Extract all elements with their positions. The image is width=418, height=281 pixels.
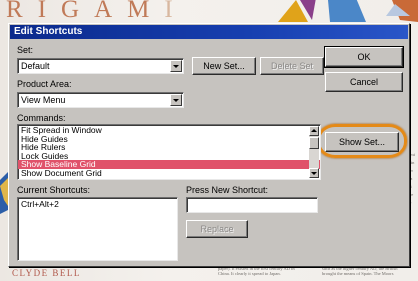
list-item[interactable]: Ctrl+Alt+2	[18, 200, 177, 209]
chevron-down-icon[interactable]	[170, 60, 182, 72]
product-area-dropdown[interactable]: View Menu	[17, 92, 184, 108]
scroll-up-icon[interactable]	[309, 126, 319, 136]
scroll-down-icon[interactable]	[309, 168, 319, 178]
bg-letter-m: M	[127, 0, 165, 23]
edit-shortcuts-dialog: Edit Shortcuts Set: Default New Set... D…	[8, 23, 410, 267]
bg-letter-i: I	[37, 0, 62, 23]
set-dropdown[interactable]: Default	[17, 58, 184, 74]
art-blue-shape	[328, 0, 366, 22]
delete-set-button[interactable]: Delete Set	[260, 57, 324, 75]
current-shortcuts-label: Current Shortcuts:	[17, 185, 91, 195]
bg-letter-r: R	[6, 0, 38, 23]
dialog-title[interactable]: Edit Shortcuts	[10, 25, 408, 39]
show-set-highlight-ring	[317, 124, 407, 158]
bg-letter-g: G	[61, 0, 95, 23]
product-area-label: Product Area:	[17, 79, 72, 89]
bg-letter-a: A	[94, 0, 128, 23]
ok-button[interactable]: OK	[325, 47, 403, 67]
commands-scrollbar[interactable]	[309, 126, 319, 178]
set-label: Set:	[17, 45, 34, 55]
background-author: CLYDE BELL	[12, 268, 81, 278]
commands-list[interactable]: Fit Spread in Window Hide Guides Hide Ru…	[17, 124, 321, 180]
set-dropdown-value: Default	[21, 61, 50, 71]
background-footer-text-right: such as the higher century AD, the Briti…	[322, 266, 398, 276]
replace-button[interactable]: Replace	[186, 220, 248, 238]
press-new-shortcut-label: Press New Shortcut:	[186, 185, 269, 195]
cancel-button[interactable]: Cancel	[325, 72, 403, 92]
current-shortcuts-list[interactable]: Ctrl+Alt+2	[17, 197, 178, 261]
product-area-dropdown-value: View Menu	[21, 95, 66, 105]
background-title: RIGAMI	[6, 0, 188, 24]
new-set-button[interactable]: New Set...	[192, 57, 256, 75]
bg-letter-i2: I	[164, 0, 188, 23]
list-item[interactable]: Show Document Grid	[18, 169, 320, 178]
press-new-shortcut-input[interactable]	[186, 197, 318, 213]
background-footer-text-left: paper). It existed in the first century …	[218, 266, 295, 276]
chevron-down-icon[interactable]	[170, 94, 182, 106]
commands-label: Commands:	[17, 113, 66, 123]
scroll-thumb[interactable]	[309, 137, 319, 149]
